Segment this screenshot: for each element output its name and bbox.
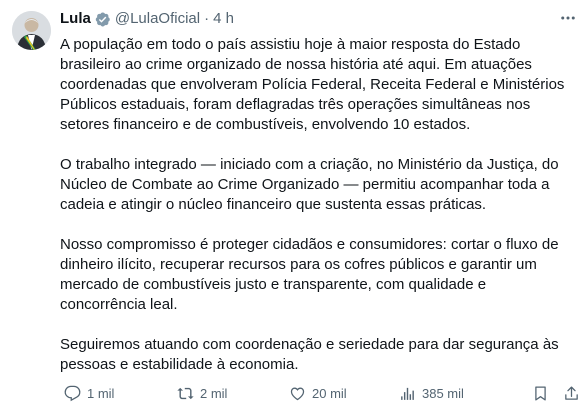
- tweet-timestamp[interactable]: 4 h: [213, 9, 234, 29]
- like-button[interactable]: 20 mil: [289, 385, 347, 402]
- repost-count: 2 mil: [200, 385, 228, 401]
- views-button[interactable]: 385 mil: [399, 385, 464, 402]
- tweet-text: A população em todo o país assistiu hoje…: [60, 35, 574, 375]
- more-options-icon[interactable]: [559, 9, 577, 31]
- repost-button[interactable]: 2 mil: [177, 385, 227, 402]
- views-icon: [401, 387, 414, 400]
- like-count: 20 mil: [312, 385, 347, 401]
- avatar[interactable]: [12, 11, 51, 50]
- author-handle[interactable]: @LulaOficial: [115, 9, 200, 29]
- reply-button[interactable]: 1 mil: [64, 385, 114, 402]
- reply-count: 1 mil: [87, 385, 115, 401]
- repost-icon: [177, 387, 194, 399]
- author-name[interactable]: Lula: [60, 9, 91, 29]
- tweet-paragraph: Nosso compromisso é proteger cidadãos e …: [60, 236, 559, 313]
- bookmark-button[interactable]: [532, 385, 549, 402]
- tweet: Lula @LulaOficial · 4 h A população em t…: [0, 0, 587, 409]
- share-icon: [565, 385, 578, 400]
- bookmark-icon: [535, 385, 546, 401]
- tweet-paragraph: O trabalho integrado — iniciado com a cr…: [60, 156, 559, 213]
- tweet-header: Lula @LulaOficial · 4 h: [60, 9, 577, 29]
- share-button[interactable]: [563, 385, 580, 402]
- verified-badge-icon: [94, 11, 111, 28]
- tweet-paragraph: Seguiremos atuando com coordenação e ser…: [60, 336, 559, 373]
- tweet-content: Lula @LulaOficial · 4 h A população em t…: [60, 9, 577, 375]
- reply-icon: [64, 385, 81, 401]
- action-bar: 1 mil 2 mil 20 mil 385 mil: [60, 382, 580, 404]
- tweet-paragraph: A população em todo o país assistiu hoje…: [60, 36, 565, 133]
- views-count: 385 mil: [422, 385, 464, 401]
- like-icon: [290, 387, 305, 400]
- header-separator: ·: [204, 10, 210, 27]
